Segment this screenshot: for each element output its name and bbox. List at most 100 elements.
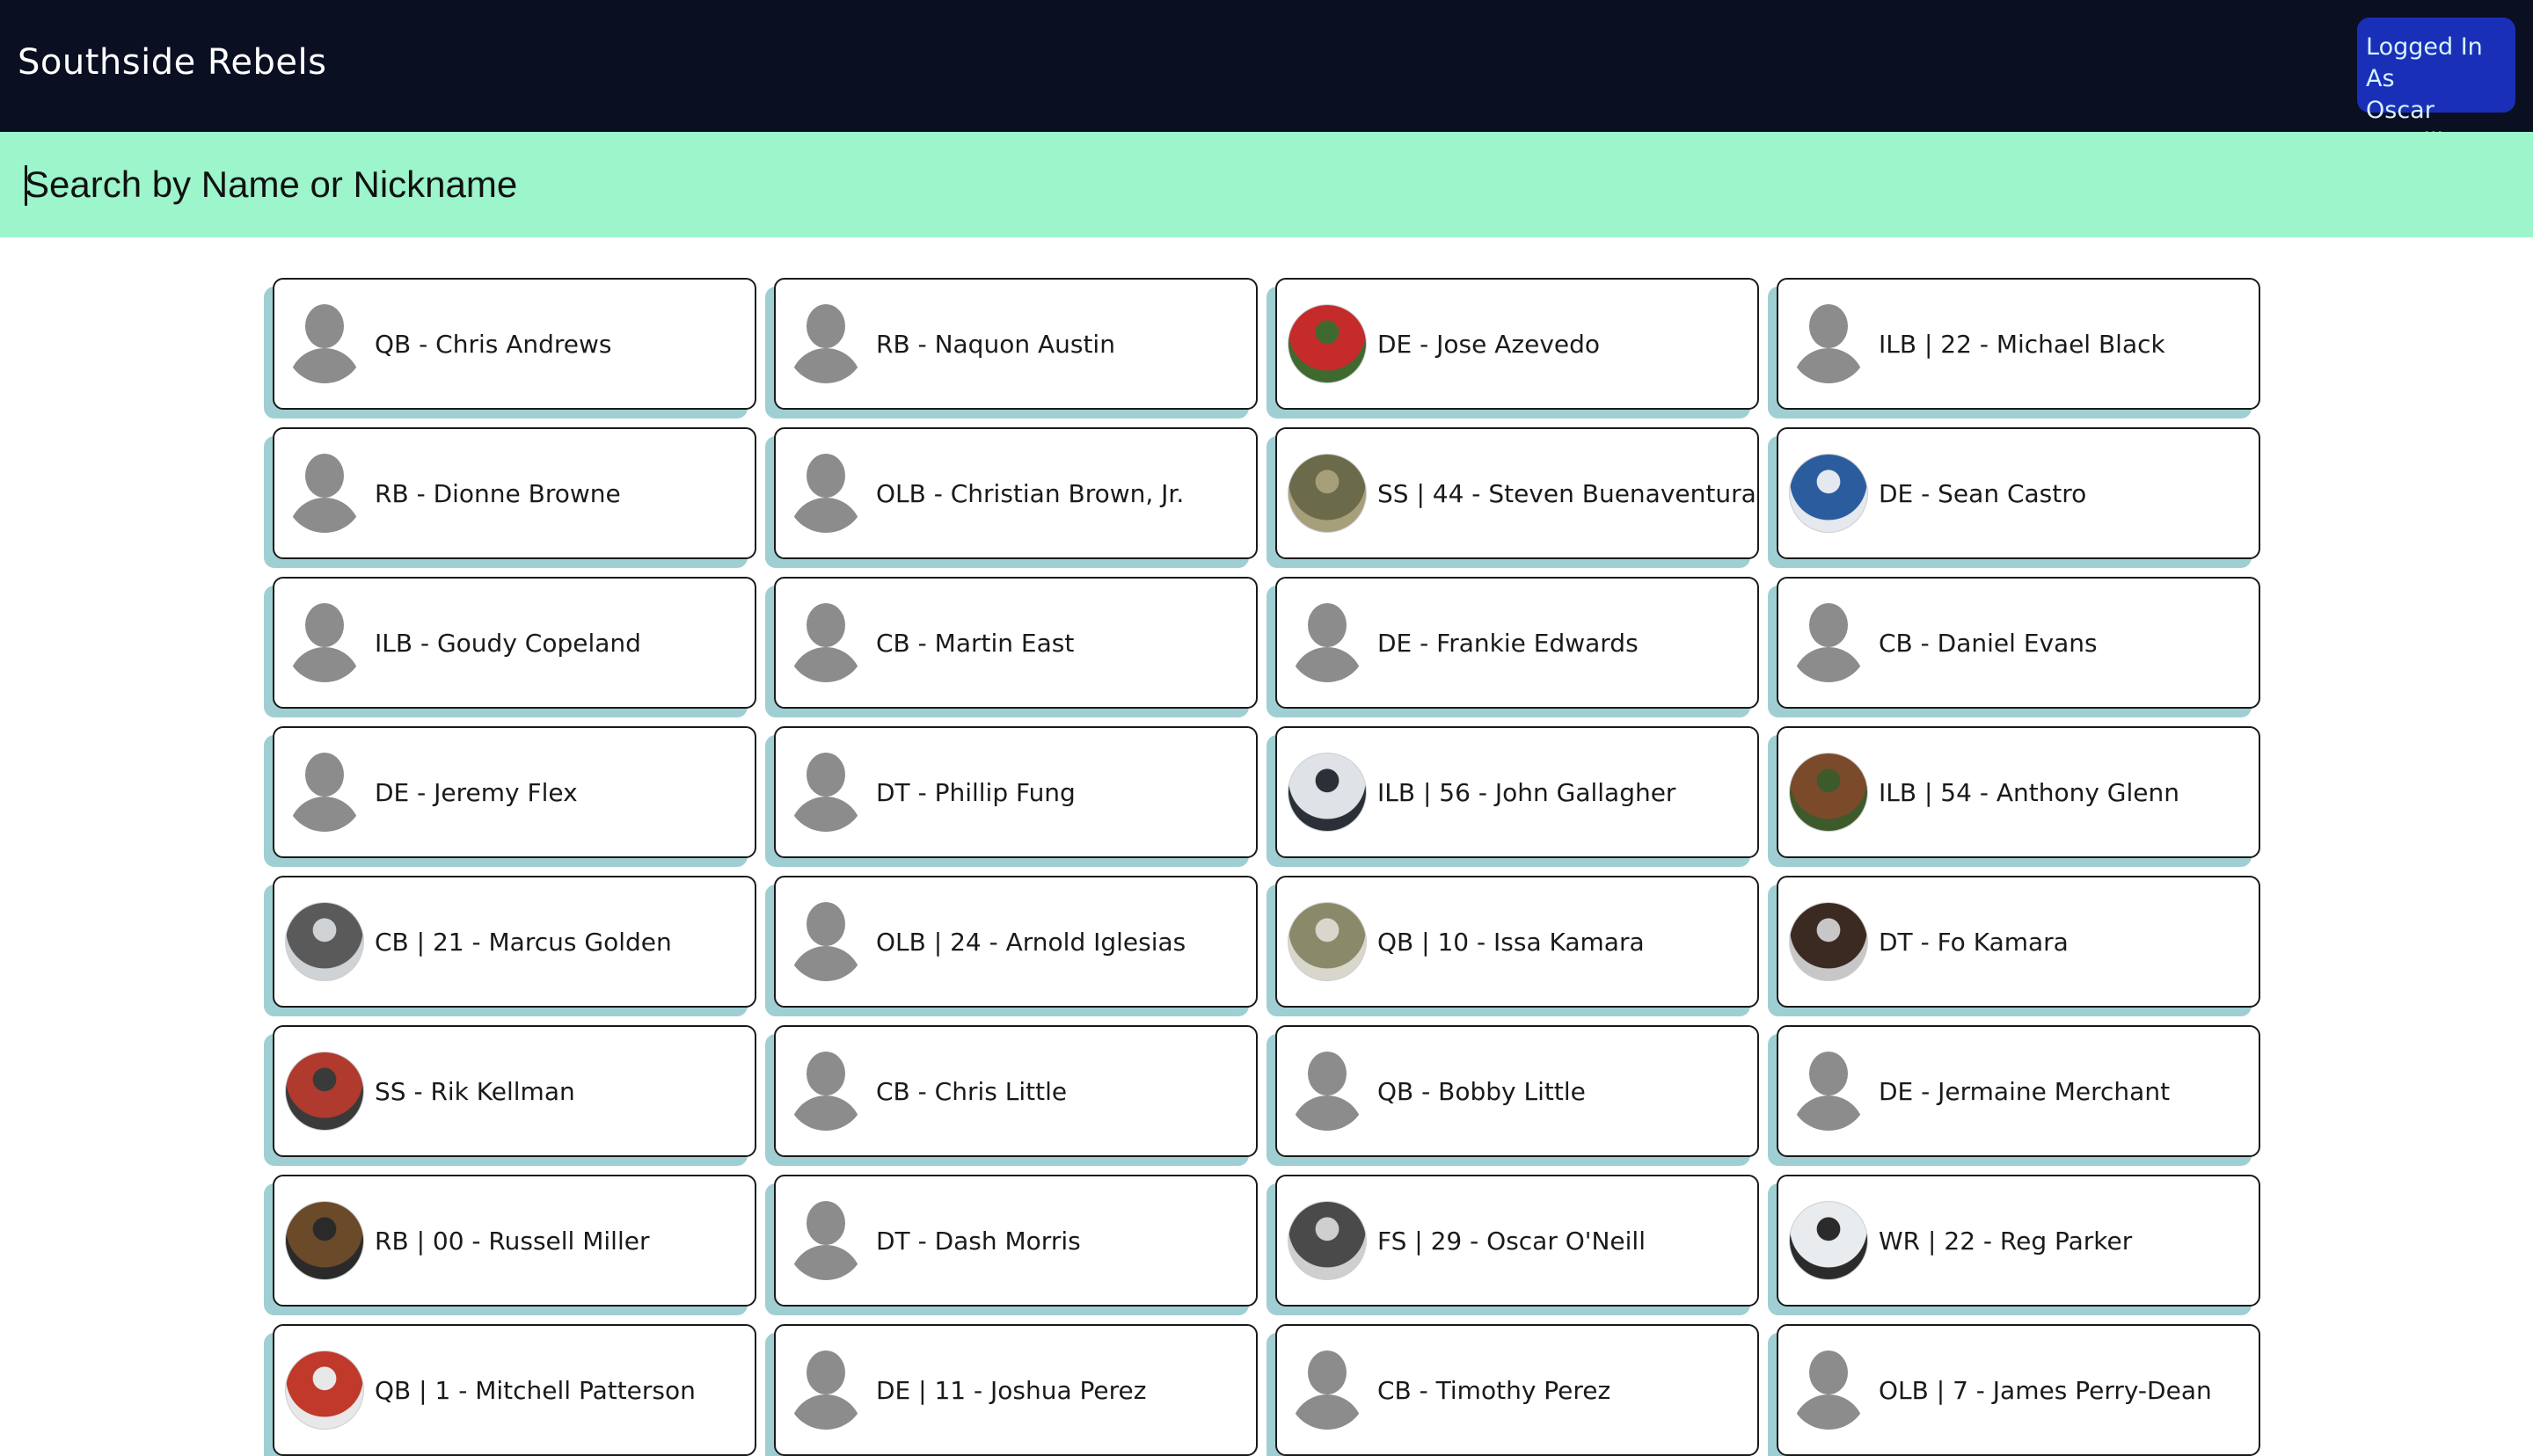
- avatar-body-shape: [1792, 647, 1865, 682]
- player-card[interactable]: CB - Daniel Evans: [1777, 577, 2260, 709]
- avatar-body-shape: [288, 348, 361, 383]
- player-card[interactable]: QB | 1 - Mitchell Patterson: [273, 1324, 756, 1456]
- player-card[interactable]: DE | 11 - Joshua Perez: [774, 1324, 1258, 1456]
- player-label: RB | 00 - Russell Miller: [375, 1226, 650, 1256]
- default-avatar-icon: [1789, 603, 1868, 682]
- avatar-body-shape: [288, 498, 361, 533]
- player-card[interactable]: OLB - Christian Brown, Jr.: [774, 427, 1258, 559]
- player-card[interactable]: FS | 29 - Oscar O'Neill: [1275, 1175, 1759, 1307]
- player-label: QB - Chris Andrews: [375, 329, 612, 359]
- player-label: QB | 1 - Mitchell Patterson: [375, 1375, 696, 1405]
- player-label: CB - Chris Little: [876, 1076, 1068, 1106]
- default-avatar-icon: [786, 1052, 865, 1131]
- avatar-head-shape: [305, 304, 344, 348]
- player-card[interactable]: CB - Timothy Perez: [1275, 1324, 1759, 1456]
- default-avatar-icon: [1288, 603, 1367, 682]
- player-card[interactable]: DE - Frankie Edwards: [1275, 577, 1759, 709]
- player-photo: [1789, 454, 1868, 533]
- player-photo: [1288, 902, 1367, 981]
- team-title: Southside Rebels: [18, 42, 327, 83]
- avatar-head-shape: [807, 1052, 845, 1096]
- default-avatar-icon: [786, 902, 865, 981]
- player-card[interactable]: SS | 44 - Steven Buenaventura: [1275, 427, 1759, 559]
- player-photo: [1288, 753, 1367, 832]
- player-photo: [1288, 454, 1367, 533]
- player-label: CB - Daniel Evans: [1879, 628, 2098, 658]
- player-card[interactable]: DT - Dash Morris: [774, 1175, 1258, 1307]
- avatar-body-shape: [790, 946, 862, 981]
- player-label: SS | 44 - Steven Buenaventura: [1377, 478, 1756, 508]
- avatar-body-shape: [790, 348, 862, 383]
- default-avatar-icon: [1288, 1350, 1367, 1430]
- player-label: QB | 10 - Issa Kamara: [1377, 927, 1645, 957]
- player-card[interactable]: DE - Jermaine Merchant: [1777, 1025, 2260, 1157]
- avatar-body-shape: [1792, 1096, 1865, 1131]
- avatar-body-shape: [790, 647, 862, 682]
- avatar-head-shape: [807, 304, 845, 348]
- default-avatar-icon: [285, 454, 364, 533]
- player-label: DE - Frankie Edwards: [1377, 628, 1639, 658]
- player-card[interactable]: ILB | 54 - Anthony Glenn: [1777, 726, 2260, 858]
- avatar-head-shape: [1809, 304, 1848, 348]
- player-card[interactable]: RB - Naquon Austin: [774, 278, 1258, 410]
- search-bar: [0, 132, 2533, 237]
- player-card[interactable]: DT - Fo Kamara: [1777, 876, 2260, 1008]
- default-avatar-icon: [285, 304, 364, 383]
- player-card[interactable]: ILB - Goudy Copeland: [273, 577, 756, 709]
- player-card[interactable]: QB - Bobby Little: [1275, 1025, 1759, 1157]
- player-label: ILB - Goudy Copeland: [375, 628, 641, 658]
- player-card[interactable]: CB | 21 - Marcus Golden: [273, 876, 756, 1008]
- player-label: OLB | 24 - Arnold Iglesias: [876, 927, 1186, 957]
- default-avatar-icon: [1789, 1350, 1868, 1430]
- avatar-head-shape: [1308, 603, 1347, 647]
- player-label: RB - Dionne Browne: [375, 478, 621, 508]
- player-card[interactable]: QB - Chris Andrews: [273, 278, 756, 410]
- player-card[interactable]: DE - Jeremy Flex: [273, 726, 756, 858]
- logged-in-user-button[interactable]: Logged In As Oscar O'Neill: [2357, 18, 2515, 156]
- player-card[interactable]: DE - Sean Castro: [1777, 427, 2260, 559]
- avatar-body-shape: [790, 498, 862, 533]
- player-card[interactable]: RB - Dionne Browne: [273, 427, 756, 559]
- avatar-body-shape: [288, 797, 361, 832]
- player-label: CB | 21 - Marcus Golden: [375, 927, 672, 957]
- avatar-head-shape: [807, 1201, 845, 1245]
- search-input[interactable]: [25, 132, 2505, 237]
- default-avatar-icon: [786, 1201, 865, 1280]
- player-card[interactable]: DT - Phillip Fung: [774, 726, 1258, 858]
- player-photo: [285, 1201, 364, 1280]
- player-label: ILB | 56 - John Gallagher: [1377, 777, 1676, 807]
- player-card[interactable]: CB - Martin East: [774, 577, 1258, 709]
- player-card[interactable]: OLB | 24 - Arnold Iglesias: [774, 876, 1258, 1008]
- player-label: DE - Jermaine Merchant: [1879, 1076, 2171, 1106]
- player-card[interactable]: ILB | 56 - John Gallagher: [1275, 726, 1759, 858]
- player-card[interactable]: DE - Jose Azevedo: [1275, 278, 1759, 410]
- player-label: QB - Bobby Little: [1377, 1076, 1586, 1106]
- avatar-body-shape: [790, 1394, 862, 1430]
- avatar-head-shape: [807, 753, 845, 797]
- player-card[interactable]: QB | 10 - Issa Kamara: [1275, 876, 1759, 1008]
- player-card[interactable]: SS - Rik Kellman: [273, 1025, 756, 1157]
- player-label: DE | 11 - Joshua Perez: [876, 1375, 1147, 1405]
- avatar-head-shape: [1308, 1052, 1347, 1096]
- default-avatar-icon: [1789, 1052, 1868, 1131]
- player-label: CB - Timothy Perez: [1377, 1375, 1611, 1405]
- default-avatar-icon: [786, 454, 865, 533]
- default-avatar-icon: [285, 753, 364, 832]
- avatar-body-shape: [790, 1245, 862, 1280]
- logged-in-label: Logged In As: [2366, 33, 2483, 92]
- avatar-head-shape: [1809, 1350, 1848, 1394]
- default-avatar-icon: [1789, 304, 1868, 383]
- avatar-body-shape: [288, 647, 361, 682]
- player-label: DT - Dash Morris: [876, 1226, 1081, 1256]
- player-photo: [285, 1052, 364, 1131]
- avatar-body-shape: [1792, 348, 1865, 383]
- player-label: DE - Jeremy Flex: [375, 777, 578, 807]
- player-card[interactable]: RB | 00 - Russell Miller: [273, 1175, 756, 1307]
- avatar-head-shape: [807, 1350, 845, 1394]
- player-grid: QB - Chris Andrews RB - Naquon Austin DE -…: [273, 278, 2260, 1456]
- player-label: OLB - Christian Brown, Jr.: [876, 478, 1185, 508]
- player-card[interactable]: ILB | 22 - Michael Black: [1777, 278, 2260, 410]
- player-card[interactable]: CB - Chris Little: [774, 1025, 1258, 1157]
- player-card[interactable]: WR | 22 - Reg Parker: [1777, 1175, 2260, 1307]
- player-card[interactable]: OLB | 7 - James Perry-Dean: [1777, 1324, 2260, 1456]
